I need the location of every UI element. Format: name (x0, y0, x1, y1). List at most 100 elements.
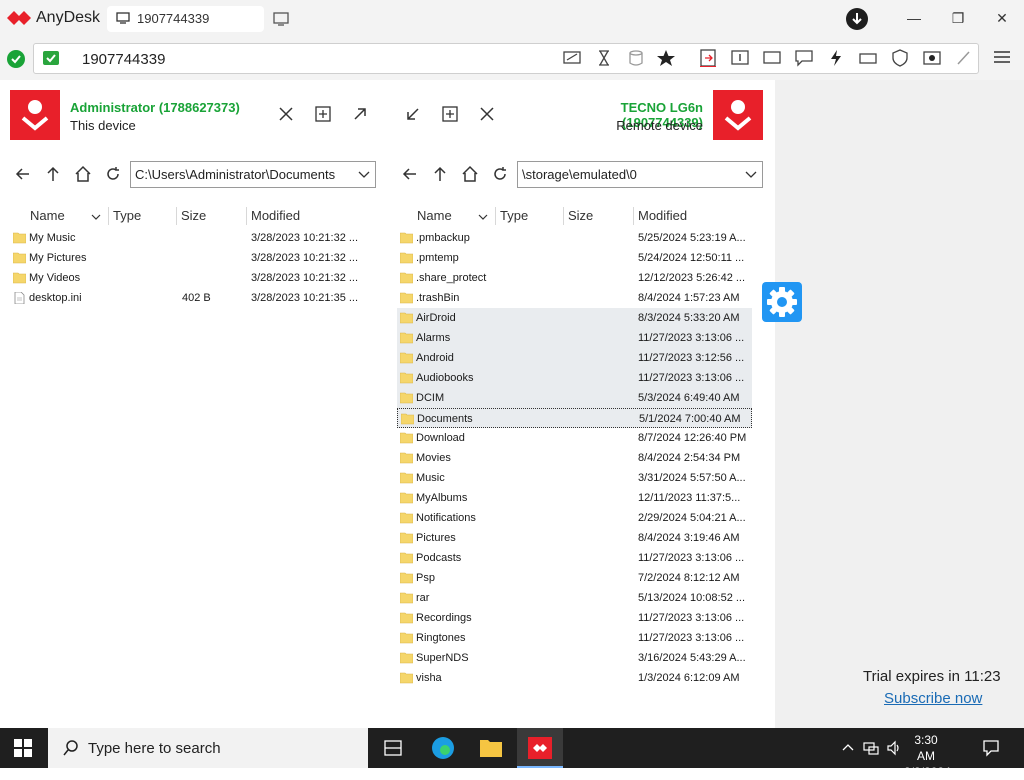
file-transfer-icon[interactable] (698, 49, 718, 67)
lightning-icon[interactable] (826, 49, 846, 67)
chevron-up-icon[interactable] (840, 740, 856, 756)
folder-icon (400, 352, 413, 364)
chevron-down-icon[interactable] (744, 167, 758, 181)
list-item[interactable]: Audiobooks 11/27/2023 3:13:06 ... (397, 368, 752, 388)
remote-path-input[interactable]: \storage\emulated\0 (517, 161, 763, 188)
refresh-icon[interactable] (104, 165, 122, 183)
upload-arrow-icon[interactable] (350, 104, 370, 124)
list-item[interactable]: MyAlbums 12/11/2023 11:37:5... (397, 488, 752, 508)
menu-icon[interactable] (993, 49, 1011, 65)
task-view-icon[interactable] (370, 728, 416, 768)
database-icon[interactable] (626, 49, 646, 67)
list-item[interactable]: SuperNDS 3/16/2024 5:43:29 A... (397, 648, 752, 668)
list-item[interactable]: DCIM 5/3/2024 6:49:40 AM (397, 388, 752, 408)
download-arrow-icon[interactable] (403, 104, 423, 124)
column-modified[interactable]: Modified (251, 208, 300, 223)
list-item[interactable]: visha 1/3/2024 6:12:09 AM (397, 668, 752, 688)
column-name[interactable]: Name (417, 208, 452, 223)
column-size[interactable]: Size (181, 208, 206, 223)
column-name[interactable]: Name (30, 208, 65, 223)
column-type[interactable]: Type (113, 208, 141, 223)
list-item[interactable]: Pictures 8/4/2024 3:19:46 AM (397, 528, 752, 548)
sort-chevron-icon[interactable] (477, 211, 489, 223)
list-item[interactable]: .pmtemp 5/24/2024 12:50:11 ... (397, 248, 752, 268)
home-icon[interactable] (461, 165, 479, 183)
list-item[interactable]: Recordings 11/27/2023 3:13:06 ... (397, 608, 752, 628)
anydesk-taskbar-icon[interactable] (517, 728, 563, 768)
file-modified: 3/28/2023 10:21:32 ... (251, 272, 359, 284)
list-item[interactable]: .pmbackup 5/25/2024 5:23:19 A... (397, 228, 752, 248)
remote-column-header: Name Type Size Modified (397, 205, 765, 227)
search-placeholder: Type here to search (88, 740, 221, 757)
column-type[interactable]: Type (500, 208, 528, 223)
new-folder-icon[interactable] (440, 104, 460, 124)
session-tab[interactable]: 1907744339 (107, 6, 264, 32)
list-item[interactable]: Movies 8/4/2024 2:54:34 PM (397, 448, 752, 468)
list-item[interactable]: .trashBin 8/4/2024 1:57:23 AM (397, 288, 752, 308)
chevron-down-icon[interactable] (357, 167, 371, 181)
keyboard-icon[interactable] (858, 49, 878, 67)
taskbar-search-box[interactable]: Type here to search (48, 728, 368, 768)
file-modified: 12/11/2023 11:37:5... (638, 492, 741, 504)
list-item[interactable]: Music 3/31/2024 5:57:50 A... (397, 468, 752, 488)
file-modified: 3/16/2024 5:43:29 A... (638, 652, 746, 664)
new-session-icon[interactable] (272, 11, 290, 27)
list-item[interactable]: Psp 7/2/2024 8:12:12 AM (397, 568, 752, 588)
list-item[interactable]: Podcasts 11/27/2023 3:13:06 ... (397, 548, 752, 568)
list-item[interactable]: Android 11/27/2023 3:12:56 ... (397, 348, 752, 368)
column-size[interactable]: Size (568, 208, 593, 223)
list-item[interactable]: My Music 3/28/2023 10:21:32 ... (10, 228, 378, 248)
list-item[interactable]: Ringtones 11/27/2023 3:13:06 ... (397, 628, 752, 648)
volume-icon[interactable] (886, 740, 902, 756)
list-item[interactable]: .share_protect 12/12/2023 5:26:42 ... (397, 268, 752, 288)
whiteboard-pen-icon[interactable] (954, 49, 974, 67)
column-modified[interactable]: Modified (638, 208, 687, 223)
hourglass-icon[interactable] (594, 49, 614, 67)
settings-gear-icon[interactable] (762, 282, 802, 322)
refresh-icon[interactable] (491, 165, 509, 183)
list-item[interactable]: My Pictures 3/28/2023 10:21:32 ... (10, 248, 378, 268)
back-arrow-icon[interactable] (401, 165, 419, 183)
list-item[interactable]: Documents 5/1/2024 7:00:40 AM (397, 408, 752, 428)
monitor-icon (116, 12, 130, 24)
sort-chevron-icon[interactable] (90, 211, 102, 223)
list-item[interactable]: desktop.ini 402 B 3/28/2023 10:21:35 ... (10, 288, 378, 308)
display-icon[interactable] (762, 49, 782, 67)
list-item[interactable]: Download 8/7/2024 12:26:40 PM (397, 428, 752, 448)
up-arrow-icon[interactable] (44, 165, 62, 183)
windows-start-icon[interactable] (14, 739, 32, 757)
file-modified: 11/27/2023 3:12:56 ... (638, 352, 745, 364)
file-explorer-icon[interactable] (468, 728, 514, 768)
file-name: Movies (416, 452, 451, 464)
list-item[interactable]: Notifications 2/29/2024 5:04:21 A... (397, 508, 752, 528)
action-icon[interactable] (730, 49, 750, 67)
subscribe-link[interactable]: Subscribe now (884, 690, 982, 707)
list-item[interactable]: AirDroid 8/3/2024 5:33:20 AM (397, 308, 752, 328)
restore-icon[interactable]: ❐ (946, 8, 970, 28)
screen-share-icon[interactable] (562, 49, 582, 67)
edge-browser-icon[interactable] (420, 728, 466, 768)
local-path-input[interactable]: C:\Users\Administrator\Documents (130, 161, 376, 188)
star-icon[interactable] (656, 49, 676, 67)
list-item[interactable]: Alarms 11/27/2023 3:13:06 ... (397, 328, 752, 348)
new-folder-icon[interactable] (313, 104, 333, 124)
connection-status-icon (7, 50, 25, 68)
close-icon[interactable] (477, 104, 497, 124)
record-icon[interactable] (922, 49, 942, 67)
back-arrow-icon[interactable] (14, 165, 32, 183)
close-icon[interactable] (276, 104, 296, 124)
close-icon[interactable]: ✕ (990, 8, 1014, 28)
clock[interactable]: 3:30 AM 8/8/2024 (904, 732, 951, 780)
download-icon[interactable] (846, 8, 868, 30)
home-icon[interactable] (74, 165, 92, 183)
network-icon[interactable] (863, 740, 879, 756)
notification-icon[interactable] (982, 739, 1000, 757)
search-icon (63, 740, 78, 756)
list-item[interactable]: My Videos 3/28/2023 10:21:32 ... (10, 268, 378, 288)
chat-icon[interactable] (794, 49, 814, 67)
file-name: rar (416, 592, 430, 604)
privacy-shield-icon[interactable] (890, 49, 910, 67)
minimize-icon[interactable]: — (902, 8, 926, 28)
up-arrow-icon[interactable] (431, 165, 449, 183)
list-item[interactable]: rar 5/13/2024 10:08:52 ... (397, 588, 752, 608)
